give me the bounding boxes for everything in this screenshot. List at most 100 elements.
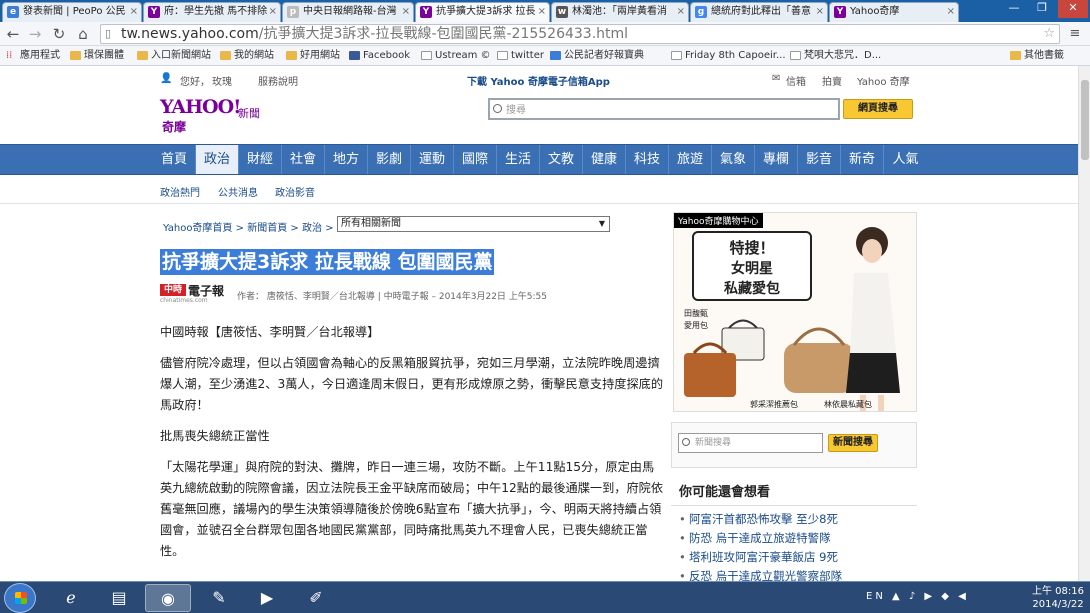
breadcrumb-news[interactable]: 新聞首頁 bbox=[247, 223, 287, 234]
minimize-icon[interactable]: — bbox=[1000, 0, 1028, 18]
bookmark-folder[interactable]: 環保團體 bbox=[70, 46, 124, 66]
nav-item[interactable]: 影劇 bbox=[368, 145, 411, 174]
close-icon[interactable]: × bbox=[677, 3, 685, 21]
browser-tab-3[interactable]: p 中央日報網路報-台灣 × bbox=[282, 2, 414, 22]
close-icon[interactable]: × bbox=[816, 3, 824, 21]
web-search-button[interactable]: 網頁搜尋 bbox=[843, 99, 913, 119]
chinatimes-logo: 中時 電子報 chinatimes.com bbox=[160, 284, 225, 304]
subnav-item[interactable]: 政治影音 bbox=[275, 184, 315, 199]
reload-icon[interactable]: ↻ bbox=[50, 25, 68, 43]
related-news-select[interactable]: 所有相關新聞 ▼ bbox=[337, 216, 610, 232]
close-icon[interactable]: × bbox=[130, 3, 138, 21]
nav-item-active[interactable]: 政治 bbox=[196, 145, 239, 174]
bookmark-folder[interactable]: 好用網站 bbox=[286, 46, 340, 66]
nav-item[interactable]: 新奇 bbox=[841, 145, 884, 174]
browser-tab-6[interactable]: g 總統府對此釋出「善意 × bbox=[690, 2, 828, 22]
browser-tab-7[interactable]: Y Yahoo奇摩 × bbox=[829, 2, 959, 22]
bookmark-apps[interactable]: ⁞⁞ 應用程式 bbox=[6, 46, 60, 66]
scrollbar-thumb[interactable] bbox=[1081, 80, 1089, 160]
nav-item[interactable]: 影音 bbox=[798, 145, 841, 174]
bookmark-peopo[interactable]: 公民記者好報寶典 bbox=[550, 46, 644, 66]
yahoo-home-link[interactable]: Yahoo 奇摩 bbox=[857, 73, 910, 88]
breadcrumb-home[interactable]: Yahoo奇摩首頁 bbox=[163, 223, 232, 234]
nav-item[interactable]: 人氣 bbox=[884, 145, 927, 174]
back-icon[interactable]: ← bbox=[4, 25, 22, 43]
close-icon[interactable]: × bbox=[269, 3, 277, 21]
close-icon[interactable]: × bbox=[402, 3, 410, 21]
chrome-taskbar-icon[interactable]: ◉ bbox=[145, 584, 191, 612]
yahoo-icon: Y bbox=[420, 6, 432, 18]
home-icon[interactable]: ⌂ bbox=[74, 25, 92, 43]
nav-item[interactable]: 社會 bbox=[282, 145, 325, 174]
web-search-input[interactable]: 搜尋 bbox=[488, 98, 840, 120]
page-icon: p bbox=[287, 6, 299, 18]
menu-icon[interactable]: ≡ bbox=[1066, 25, 1084, 43]
start-button[interactable] bbox=[4, 583, 36, 613]
news-search-input[interactable]: 新聞搜尋 bbox=[678, 433, 823, 453]
vertical-scrollbar[interactable] bbox=[1078, 66, 1090, 581]
news-search-button[interactable]: 新聞搜尋 bbox=[828, 434, 878, 452]
media-player-taskbar-icon[interactable]: ▶ bbox=[244, 584, 290, 612]
nav-item[interactable]: 首頁 bbox=[153, 145, 196, 174]
bookmark-ustream[interactable]: Ustream © bbox=[421, 46, 491, 66]
paint-taskbar-icon[interactable]: ✐ bbox=[293, 584, 339, 612]
auction-link[interactable]: 拍賣 bbox=[822, 73, 842, 88]
nav-item[interactable]: 健康 bbox=[583, 145, 626, 174]
url-input[interactable]: ▯ tw.news.yahoo.com/抗爭擴大提3訴求-拉長戰線-包圍國民黨-… bbox=[100, 24, 1060, 44]
system-tray-icons[interactable]: EN ▲ ♪ ▶ ◆ ◀ bbox=[866, 591, 969, 602]
nav-item[interactable]: 文教 bbox=[540, 145, 583, 174]
help-link[interactable]: 服務說明 bbox=[258, 73, 298, 88]
related-news: 你可能還會想看 阿富汗首都恐怖攻擊 至少8死 防恐 烏干達成立旅遊特警隊 塔利班… bbox=[671, 476, 917, 581]
yahoo-news-logo[interactable]: YAHOO! 奇摩 新聞 bbox=[160, 96, 260, 136]
article-body: 中國時報【唐筱恬、李明賢／台北報導】 儘管府院冷處理，但以占領國會為軸心的反黑箱… bbox=[160, 322, 665, 572]
nav-item[interactable]: 科技 bbox=[626, 145, 669, 174]
main-nav: 首頁 政治 財經 社會 地方 影劇 運動 國際 生活 文教 健康 科技 旅遊 氣… bbox=[0, 144, 1078, 175]
user-menu[interactable]: 玫瑰 bbox=[212, 73, 232, 88]
related-news-item[interactable]: 塔利班攻阿富汗豪華飯店 9死 bbox=[679, 548, 909, 567]
nav-item[interactable]: 專欄 bbox=[755, 145, 798, 174]
bookmark-facebook[interactable]: Facebook bbox=[349, 46, 410, 66]
explorer-taskbar-icon[interactable]: ▤ bbox=[96, 584, 142, 612]
subnav-item[interactable]: 政治熱門 bbox=[160, 184, 200, 199]
browser-tab-2[interactable]: Y 府：學生先撤 馬不排除 × bbox=[143, 2, 281, 22]
address-toolbar: ← → ↻ ⌂ ▯ tw.news.yahoo.com/抗爭擴大提3訴求-拉長戰… bbox=[0, 22, 1090, 46]
app-taskbar-icon[interactable]: ✎ bbox=[196, 584, 242, 612]
browser-tab-4[interactable]: Y 抗爭擴大提3訴求 拉長 × bbox=[415, 2, 550, 22]
yahoo-icon: Y bbox=[834, 6, 846, 18]
mail-app-promo-link[interactable]: 下載 Yahoo 奇摩電子信箱App bbox=[467, 73, 610, 88]
nav-item[interactable]: 國際 bbox=[454, 145, 497, 174]
subnav-item[interactable]: 公共消息 bbox=[218, 184, 258, 199]
bookmark-dabei[interactable]: 梵唄大悲咒．D... bbox=[790, 46, 881, 66]
mail-link[interactable]: 信箱 bbox=[786, 73, 806, 88]
related-news-item[interactable]: 反恐 烏干達成立觀光警察部隊 bbox=[679, 567, 909, 581]
bookmark-capoeira[interactable]: Friday 8th Capoeir... bbox=[671, 46, 786, 66]
bookmark-twitter[interactable]: twitter bbox=[497, 46, 544, 66]
article-title: 抗爭擴大提3訴求 拉長戰線 包圍國民黨 bbox=[160, 249, 495, 275]
yahoo-icon: Y bbox=[148, 6, 160, 18]
close-icon[interactable]: × bbox=[947, 3, 955, 21]
folder-icon bbox=[137, 51, 148, 60]
nav-item[interactable]: 氣象 bbox=[712, 145, 755, 174]
nav-item[interactable]: 財經 bbox=[239, 145, 282, 174]
browser-tab-5[interactable]: w 林濁池：「兩岸黃看消 × bbox=[551, 2, 689, 22]
bookmark-folder[interactable]: 我的網站 bbox=[220, 46, 274, 66]
related-news-item[interactable]: 阿富汗首都恐怖攻擊 至少8死 bbox=[679, 510, 909, 529]
ie-taskbar-icon[interactable]: ℯ bbox=[48, 584, 94, 612]
breadcrumb-section[interactable]: 政治 bbox=[302, 223, 322, 234]
nav-item[interactable]: 旅遊 bbox=[669, 145, 712, 174]
maximize-icon[interactable]: ❐ bbox=[1028, 0, 1056, 18]
clock[interactable]: 上午 08:16 2014/3/22 bbox=[1032, 585, 1084, 611]
nav-item[interactable]: 運動 bbox=[411, 145, 454, 174]
forward-icon[interactable]: → bbox=[26, 25, 44, 43]
close-icon[interactable]: × bbox=[538, 3, 546, 21]
related-news-item[interactable]: 防恐 烏干達成立旅遊特警隊 bbox=[679, 529, 909, 548]
shopping-ad[interactable]: Yahoo奇摩購物中心 特搜！ 女明星 私藏愛包 田馥甄 愛用包 郭采潔推薦包 … bbox=[673, 212, 917, 412]
browser-tab-1[interactable]: e 發表新聞 | PeoPo 公民 × bbox=[2, 2, 142, 22]
folder-icon bbox=[220, 51, 231, 60]
bookmark-folder[interactable]: 入口新聞網站 bbox=[137, 46, 211, 66]
bookmark-other[interactable]: 其他書籤 bbox=[1010, 46, 1064, 66]
nav-item[interactable]: 地方 bbox=[325, 145, 368, 174]
close-window-icon[interactable]: ✕ bbox=[1058, 0, 1088, 18]
nav-item[interactable]: 生活 bbox=[497, 145, 540, 174]
star-icon[interactable]: ☆ bbox=[1043, 25, 1055, 43]
